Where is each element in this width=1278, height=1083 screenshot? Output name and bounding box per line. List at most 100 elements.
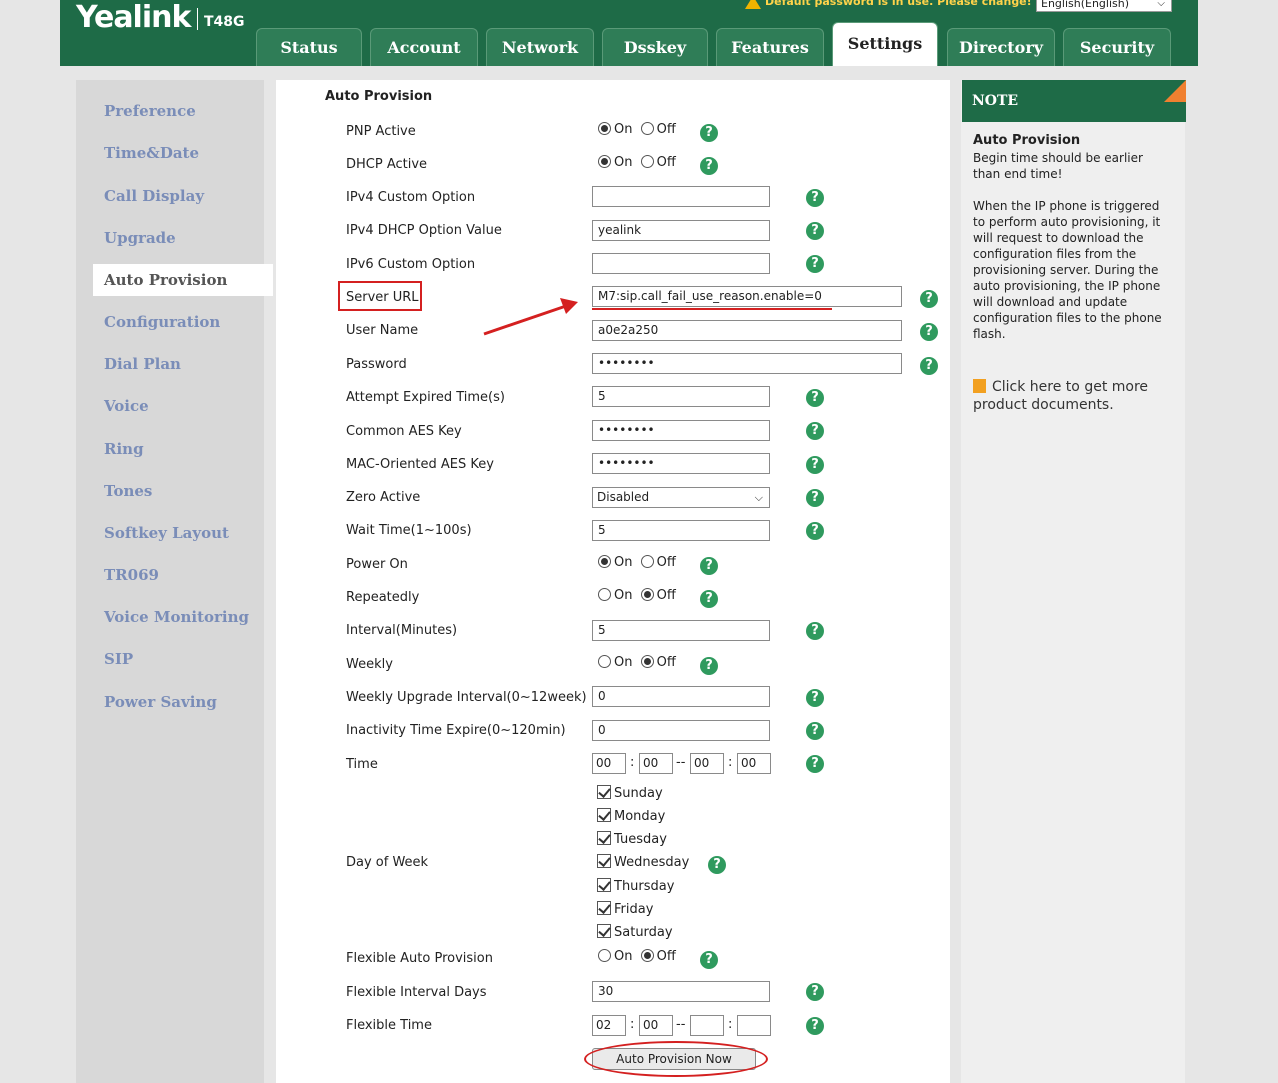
help-icon[interactable]: ? [806,489,824,507]
saturday-checkbox[interactable] [597,924,611,938]
ipv4-custom-option-input[interactable] [592,186,770,207]
sidebar-item-voice[interactable]: Voice [104,397,149,415]
common-aes-key-input[interactable]: •••••••• [592,420,770,441]
flexible-auto-provision-off-radio[interactable] [640,949,654,962]
pnp-active-off-radio[interactable] [640,122,654,135]
tab-status[interactable]: Status [256,28,362,66]
weekly-upgrade-interval-input[interactable]: 0 [592,686,770,707]
sidebar-item-softkey-layout[interactable]: Softkey Layout [104,524,229,542]
help-icon[interactable]: ? [920,357,938,375]
mac-aes-key-input[interactable]: •••••••• [592,453,770,474]
day-tuesday[interactable]: Tuesday [597,831,667,847]
sidebar-item-tones[interactable]: Tones [104,482,152,500]
tab-features[interactable]: Features [716,28,824,66]
wait-time-input[interactable]: 5 [592,520,770,541]
pnp-active-on-radio[interactable] [598,122,611,135]
help-icon[interactable]: ? [806,422,824,440]
help-icon[interactable]: ? [806,755,824,773]
time-start-hour-input[interactable]: 00 [592,753,626,774]
sidebar-item-sip[interactable]: SIP [104,650,133,668]
help-icon[interactable]: ? [700,557,718,575]
sidebar-item-dial-plan[interactable]: Dial Plan [104,355,181,373]
tab-directory[interactable]: Directory [947,28,1055,66]
help-icon[interactable]: ? [708,856,726,874]
sidebar-item-configuration[interactable]: Configuration [104,313,220,331]
time-end-minute-input[interactable]: 00 [737,753,771,774]
help-icon[interactable]: ? [700,157,718,175]
pnp-active-label: PNP Active [346,124,416,139]
inactivity-time-expire-input[interactable]: 0 [592,720,770,741]
user-name-input[interactable]: a0e2a250 [592,320,902,341]
dhcp-active-off-radio[interactable] [640,155,654,168]
interval-input[interactable]: 5 [592,620,770,641]
help-icon[interactable]: ? [806,222,824,240]
help-icon[interactable]: ? [806,456,824,474]
help-icon[interactable]: ? [700,657,718,675]
time-end-hour-input[interactable]: 00 [690,753,724,774]
sidebar-item-power-saving[interactable]: Power Saving [104,693,217,711]
power-on-on-radio[interactable] [598,555,611,568]
sidebar-item-preference[interactable]: Preference [104,102,196,120]
flexible-time-end-minute-input[interactable] [737,1015,771,1036]
monday-checkbox[interactable] [597,808,611,822]
sidebar-item-ring[interactable]: Ring [104,440,144,458]
tuesday-checkbox[interactable] [597,831,611,845]
wednesday-checkbox[interactable] [597,854,611,868]
time-start-minute-input[interactable]: 00 [639,753,673,774]
day-sunday[interactable]: Sunday [597,785,663,801]
help-icon[interactable]: ? [806,389,824,407]
help-icon[interactable]: ? [806,689,824,707]
flexible-time-end-hour-input[interactable] [690,1015,724,1036]
flexible-time-start-hour-input[interactable]: 02 [592,1015,626,1036]
help-icon[interactable]: ? [806,983,824,1001]
ipv6-custom-option-input[interactable] [592,253,770,274]
sidebar-item-time-date[interactable]: Time&Date [104,144,199,162]
thursday-checkbox[interactable] [597,878,611,892]
help-icon[interactable]: ? [806,522,824,540]
sidebar-item-voice-monitoring[interactable]: Voice Monitoring [104,608,249,626]
help-icon[interactable]: ? [806,255,824,273]
help-icon[interactable]: ? [806,1017,824,1035]
product-documents-link[interactable]: Click here to get more product documents… [973,378,1178,414]
tab-security[interactable]: Security [1063,28,1171,66]
zero-active-label: Zero Active [346,490,421,505]
help-icon[interactable]: ? [806,189,824,207]
power-on-off-radio[interactable] [640,555,654,568]
server-url-input[interactable]: M7:sip.call_fail_use_reason.enable=0 [592,286,902,307]
zero-active-select[interactable]: Disabled ⌵ [592,487,770,508]
day-monday[interactable]: Monday [597,808,665,824]
repeatedly-on-radio[interactable] [598,588,611,601]
flexible-time-start-minute-input[interactable]: 00 [639,1015,673,1036]
day-thursday[interactable]: Thursday [597,878,674,894]
sidebar-item-auto-provision[interactable]: Auto Provision [104,271,227,289]
help-icon[interactable]: ? [920,323,938,341]
repeatedly-off-radio[interactable] [640,588,654,601]
sunday-checkbox[interactable] [597,785,611,799]
attempt-expired-time-input[interactable]: 5 [592,386,770,407]
help-icon[interactable]: ? [700,124,718,142]
day-wednesday[interactable]: Wednesday [597,854,689,870]
help-icon[interactable]: ? [806,722,824,740]
password-input[interactable]: •••••••• [592,353,902,374]
dhcp-active-on-radio[interactable] [598,155,611,168]
help-icon[interactable]: ? [806,622,824,640]
friday-checkbox[interactable] [597,901,611,915]
ipv4-dhcp-option-value-input[interactable]: yealink [592,220,770,241]
help-icon[interactable]: ? [920,290,938,308]
tab-network[interactable]: Network [486,28,594,66]
help-icon[interactable]: ? [700,590,718,608]
day-friday[interactable]: Friday [597,901,653,917]
language-select[interactable]: English(English) ⌵ [1036,0,1172,12]
flexible-auto-provision-on-radio[interactable] [598,949,611,962]
help-icon[interactable]: ? [700,951,718,969]
weekly-off-radio[interactable] [640,655,654,668]
weekly-on-radio[interactable] [598,655,611,668]
sidebar-item-call-display[interactable]: Call Display [104,187,204,205]
sidebar-item-tr069[interactable]: TR069 [104,566,159,584]
sidebar-item-upgrade[interactable]: Upgrade [104,229,176,247]
tab-settings[interactable]: Settings [832,22,938,66]
tab-account[interactable]: Account [370,28,478,66]
flexible-interval-days-input[interactable]: 30 [592,981,770,1002]
day-saturday[interactable]: Saturday [597,924,673,940]
tab-dsskey[interactable]: Dsskey [602,28,708,66]
